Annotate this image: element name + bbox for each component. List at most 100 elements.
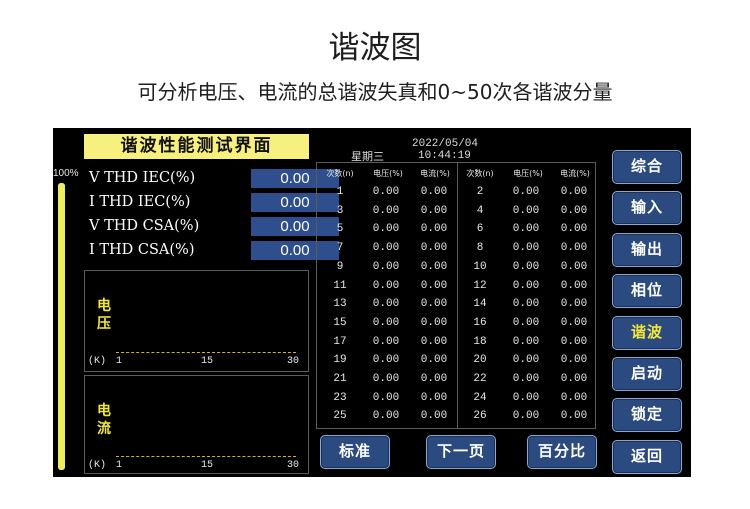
date-display: 2022/05/04 <box>412 138 479 150</box>
table-cell: 0.00 <box>512 410 540 423</box>
table-cell: 0.00 <box>512 223 540 236</box>
voltage-chart-label: 电 压 <box>97 298 111 332</box>
harmonics-table: 次数(n) 电压(%) 电流(%) 次数(n) 电压(%) 电流(%) 1 0.00 0.00 3… <box>316 162 596 429</box>
table-cell: 0.00 <box>372 279 400 292</box>
table-header: 次数(n) <box>326 169 354 178</box>
thd-label: I THD CSA(%) <box>89 242 195 258</box>
table-cell: 0.00 <box>420 204 448 217</box>
table-cell: 18 <box>473 335 487 348</box>
table-cell: 0.00 <box>420 373 448 385</box>
table-cell: 0.00 <box>512 279 540 292</box>
next-page-button[interactable]: 下一页 <box>426 435 496 469</box>
table-cell: 0.00 <box>372 204 400 217</box>
table-cell: 10 <box>473 260 487 273</box>
table-cell: 0.00 <box>372 335 400 348</box>
axis-tick: 30 <box>287 356 300 367</box>
thd-label: V THD IEC(%) <box>89 170 196 186</box>
table-cell: 0.00 <box>560 223 588 236</box>
table-cell: 12 <box>473 279 487 292</box>
table-cell: 0.00 <box>512 354 540 367</box>
table-cell: 0.00 <box>560 391 588 404</box>
axis-tick: 15 <box>201 460 214 471</box>
table-cell: 0.00 <box>560 279 588 292</box>
table-cell: 16 <box>473 316 487 329</box>
table-cell: 0.00 <box>512 242 540 255</box>
table-cell: 23 <box>333 391 347 404</box>
table-cell: 21 <box>333 373 347 385</box>
table-cell: 0.00 <box>372 410 400 423</box>
table-cell: 0.00 <box>560 354 588 367</box>
table-cell: 0.00 <box>420 186 448 198</box>
table-cell: 0.00 <box>372 316 400 329</box>
table-cell: 0.00 <box>372 260 400 273</box>
table-cell: 0.00 <box>560 316 588 329</box>
axis-tick: 1 <box>116 460 123 471</box>
table-cell: 0.00 <box>420 316 448 329</box>
table-cell: 2 <box>476 186 484 198</box>
table-cell: 22 <box>473 373 487 385</box>
table-cell: 0.00 <box>420 391 448 404</box>
table-cell: 0.00 <box>560 298 588 311</box>
table-header: 电流(%) <box>420 169 450 178</box>
current-harmonic-chart: 电 流 (K) 1 15 30 <box>84 375 309 474</box>
table-cell: 20 <box>473 354 487 367</box>
lock-button[interactable]: 锁定 <box>612 398 682 433</box>
table-cell: 7 <box>336 242 344 255</box>
table-cell: 13 <box>333 298 347 311</box>
table-cell: 0.00 <box>372 373 400 385</box>
table-cell: 15 <box>333 316 347 329</box>
level-bar-fill <box>58 183 65 470</box>
table-cell: 0.00 <box>372 354 400 367</box>
table-cell: 0.00 <box>420 335 448 348</box>
table-cell: 5 <box>336 223 344 236</box>
table-cell: 0.00 <box>512 373 540 385</box>
table-cell: 3 <box>336 204 344 217</box>
table-cell: 0.00 <box>512 298 540 311</box>
table-cell: 0.00 <box>560 410 588 423</box>
axis-tick: 30 <box>287 460 300 471</box>
table-cell: 0.00 <box>512 204 540 217</box>
output-button[interactable]: 输出 <box>612 232 682 267</box>
table-header: 电压(%) <box>513 169 543 178</box>
phase-button[interactable]: 相位 <box>612 274 682 309</box>
table-cell: 0.00 <box>372 391 400 404</box>
voltage-baseline <box>116 352 296 353</box>
table-header: 电压(%) <box>373 169 403 178</box>
time-display: 10:44:19 <box>418 150 471 162</box>
voltage-harmonic-chart: 电 压 (K) 1 15 30 <box>84 270 309 372</box>
device-screen: 谐波性能测试界面 100% V THD IEC(%) 0.00 I THD IE… <box>53 128 691 477</box>
harmonic-button[interactable]: 谐波 <box>612 315 682 350</box>
back-button[interactable]: 返回 <box>612 439 682 474</box>
table-cell: 4 <box>476 204 484 217</box>
level-bar <box>58 183 65 470</box>
table-cell: 0.00 <box>512 335 540 348</box>
table-header: 次数(n) <box>466 169 494 178</box>
table-cell: 1 <box>336 186 344 198</box>
level-bar-label: 100% <box>53 168 79 179</box>
table-cell: 0.00 <box>560 373 588 385</box>
table-cell: 0.00 <box>420 279 448 292</box>
table-cell: 0.00 <box>560 335 588 348</box>
thd-row-i-csa: I THD CSA(%) 0.00 <box>89 239 339 261</box>
table-cell: 0.00 <box>420 298 448 311</box>
percentage-button[interactable]: 百分比 <box>527 435 597 469</box>
table-cell: 0.00 <box>372 298 400 311</box>
table-cell: 0.00 <box>420 223 448 236</box>
overview-button[interactable]: 综合 <box>612 150 682 184</box>
table-cell: 9 <box>336 260 344 273</box>
page-subtitle: 可分析电压、电流的总谐波失真和0~50次各谐波分量 <box>137 80 613 104</box>
table-cell: 0.00 <box>420 410 448 423</box>
input-button[interactable]: 输入 <box>612 191 682 226</box>
standard-button[interactable]: 标准 <box>320 435 390 469</box>
table-cell: 0.00 <box>420 260 448 273</box>
table-cell: 26 <box>473 410 487 423</box>
table-cell: 19 <box>333 354 347 367</box>
table-cell: 0.00 <box>372 223 400 236</box>
current-baseline <box>116 456 296 457</box>
axis-unit: (K) <box>88 460 107 471</box>
table-cell: 11 <box>333 279 347 292</box>
table-cell: 0.00 <box>512 316 540 329</box>
panel-title: 谐波性能测试界面 <box>84 134 309 159</box>
table-cell: 0.00 <box>560 186 588 198</box>
start-button[interactable]: 启动 <box>612 357 682 391</box>
